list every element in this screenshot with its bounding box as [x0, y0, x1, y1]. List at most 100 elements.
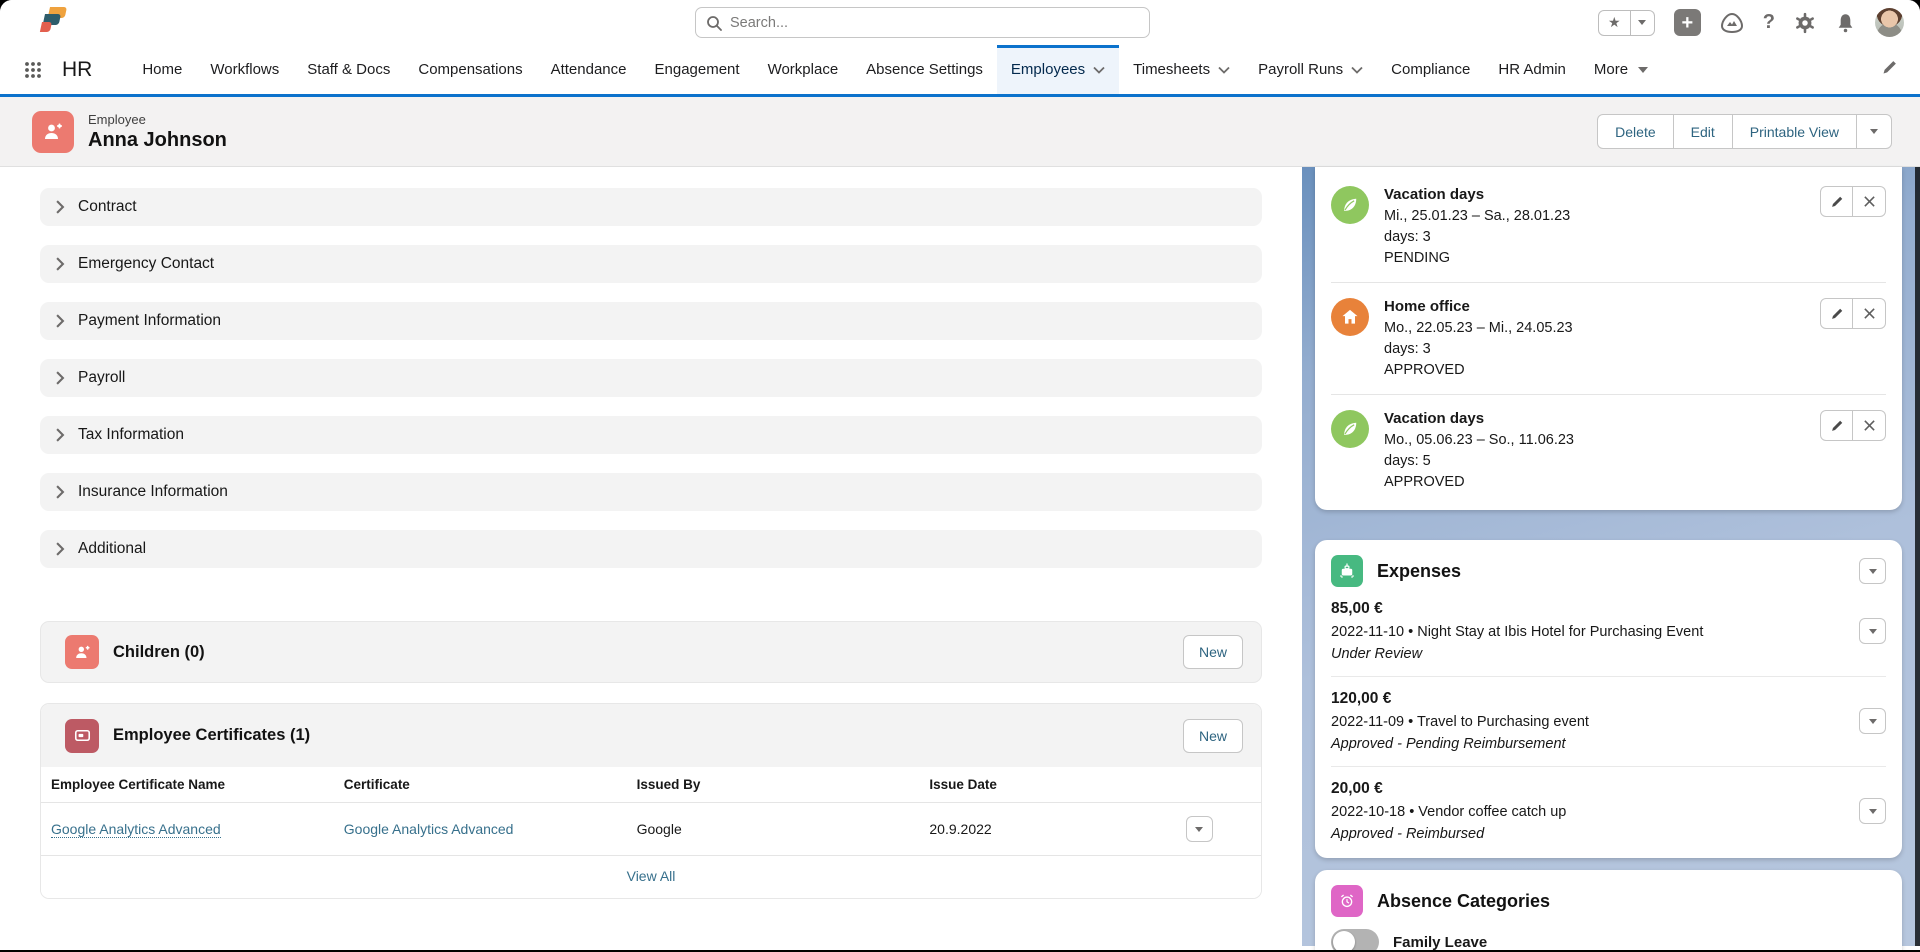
absence-type: Vacation days	[1384, 186, 1820, 203]
delete-absence-button[interactable]	[1853, 186, 1886, 217]
tab-timesheets[interactable]: Timesheets	[1119, 45, 1244, 94]
column-header-actions	[1176, 767, 1261, 803]
app-launcher-icon[interactable]	[24, 61, 42, 79]
absence-status: APPROVED	[1384, 362, 1820, 378]
tab-absence-settings[interactable]: Absence Settings	[852, 45, 997, 94]
search-icon	[706, 15, 722, 31]
chevron-down-icon[interactable]	[1093, 66, 1105, 74]
setup-gear-icon[interactable]	[1794, 12, 1816, 34]
expense-row-menu-button[interactable]	[1859, 618, 1886, 644]
expense-row-menu-button[interactable]	[1859, 798, 1886, 824]
column-header[interactable]: Issued By	[627, 767, 920, 803]
global-header: ★ + ?	[0, 0, 1920, 45]
tab-home[interactable]: Home	[128, 45, 196, 94]
section-insurance-information[interactable]: Insurance Information	[40, 473, 1262, 511]
expense-status: Under Review	[1331, 646, 1859, 662]
caret-down-icon	[1870, 129, 1878, 134]
record-entity-label: Employee	[88, 112, 227, 127]
section-payroll[interactable]: Payroll	[40, 359, 1262, 397]
family-leave-toggle[interactable]	[1331, 929, 1379, 950]
app-name: HR	[62, 58, 92, 82]
app-logo-icon	[36, 5, 74, 40]
children-icon	[65, 635, 99, 669]
caret-down-icon	[1195, 827, 1203, 832]
leaf-icon	[1331, 186, 1369, 224]
issue-date-cell: 20.9.2022	[919, 803, 1175, 856]
expense-row-menu-button[interactable]	[1859, 708, 1886, 734]
tab-engagement[interactable]: Engagement	[641, 45, 754, 94]
tab-hr-admin[interactable]: HR Admin	[1484, 45, 1580, 94]
favorite-star-button[interactable]: ★	[1598, 10, 1631, 36]
section-emergency-contact[interactable]: Emergency Contact	[40, 245, 1262, 283]
new-child-button[interactable]: New	[1183, 635, 1243, 669]
chevron-right-icon	[54, 200, 66, 214]
caret-down-icon	[1869, 809, 1877, 814]
absence-days: days: 3	[1384, 341, 1820, 357]
row-actions-menu-button[interactable]	[1186, 816, 1213, 842]
section-additional[interactable]: Additional	[40, 530, 1262, 568]
section-tax-information[interactable]: Tax Information	[40, 416, 1262, 454]
absence-entry: Vacation days Mo., 05.06.23 – So., 11.06…	[1331, 395, 1886, 506]
tab-compliance[interactable]: Compliance	[1377, 45, 1484, 94]
expenses-card-menu-button[interactable]	[1859, 558, 1886, 584]
edit-absence-button[interactable]	[1820, 410, 1853, 441]
section-contract[interactable]: Contract	[40, 188, 1262, 226]
window-edge	[1915, 167, 1920, 946]
caret-down-icon	[1638, 67, 1648, 73]
certificate-link[interactable]: Google Analytics Advanced	[344, 821, 514, 837]
expense-entry: 20,00 € 2022-10-18 • Vendor coffee catch…	[1331, 767, 1886, 856]
more-actions-button[interactable]	[1856, 114, 1892, 149]
certificate-icon	[65, 719, 99, 753]
section-payment-information[interactable]: Payment Information	[40, 302, 1262, 340]
favorites-menu-button[interactable]	[1631, 10, 1655, 36]
chevron-down-icon[interactable]	[1351, 66, 1363, 74]
search-input[interactable]	[730, 15, 1139, 31]
tab-payroll-runs[interactable]: Payroll Runs	[1244, 45, 1377, 94]
absence-days: days: 3	[1384, 229, 1820, 245]
certificate-name-link[interactable]: Google Analytics Advanced	[51, 821, 221, 838]
delete-absence-button[interactable]	[1853, 410, 1886, 441]
absence-entry: Vacation days Mi., 25.01.23 – Sa., 28.01…	[1331, 171, 1886, 283]
trailhead-icon[interactable]	[1720, 12, 1744, 34]
tab-more[interactable]: More	[1580, 45, 1662, 94]
new-certificate-button[interactable]: New	[1183, 719, 1243, 753]
chevron-down-icon[interactable]	[1218, 66, 1230, 74]
category-label: Family Leave	[1393, 934, 1487, 951]
caret-down-icon	[1869, 629, 1877, 634]
edit-absence-button[interactable]	[1820, 298, 1853, 329]
absence-type: Vacation days	[1384, 410, 1820, 427]
expense-status: Approved - Reimbursed	[1331, 826, 1859, 842]
help-icon[interactable]: ?	[1763, 11, 1775, 34]
chevron-right-icon	[54, 542, 66, 556]
record-detail-pane: Contract Emergency Contact Payment Infor…	[0, 167, 1302, 946]
tab-attendance[interactable]: Attendance	[537, 45, 641, 94]
edit-navigation-pencil-icon[interactable]	[1881, 59, 1898, 81]
printable-view-button[interactable]: Printable View	[1732, 114, 1857, 149]
edit-absence-button[interactable]	[1820, 186, 1853, 217]
user-avatar[interactable]	[1875, 8, 1904, 37]
expense-entry: 120,00 € 2022-11-09 • Travel to Purchasi…	[1331, 677, 1886, 767]
column-header[interactable]: Issue Date	[919, 767, 1175, 803]
edit-button[interactable]: Edit	[1673, 114, 1733, 149]
children-related-list: Children (0) New	[40, 621, 1262, 683]
global-search[interactable]	[695, 7, 1150, 38]
delete-button[interactable]: Delete	[1597, 114, 1673, 149]
expense-amount: 120,00 €	[1331, 690, 1859, 708]
chevron-right-icon	[54, 314, 66, 328]
record-name: Anna Johnson	[88, 129, 227, 152]
tab-workflows[interactable]: Workflows	[196, 45, 293, 94]
column-header[interactable]: Certificate	[334, 767, 627, 803]
nav-tabs: Home Workflows Staff & Docs Compensation…	[128, 45, 1662, 94]
tab-compensations[interactable]: Compensations	[404, 45, 536, 94]
tab-workplace[interactable]: Workplace	[754, 45, 853, 94]
column-header[interactable]: Employee Certificate Name	[41, 767, 334, 803]
view-all-link[interactable]: View All	[41, 856, 1261, 898]
tab-staff-docs[interactable]: Staff & Docs	[293, 45, 404, 94]
absence-days: days: 5	[1384, 453, 1820, 469]
delete-absence-button[interactable]	[1853, 298, 1886, 329]
absence-range: Mo., 05.06.23 – So., 11.06.23	[1384, 432, 1820, 448]
tab-employees[interactable]: Employees	[997, 45, 1119, 94]
notifications-bell-icon[interactable]	[1835, 12, 1856, 34]
global-actions-button[interactable]: +	[1674, 9, 1701, 36]
absence-status: PENDING	[1384, 250, 1820, 266]
